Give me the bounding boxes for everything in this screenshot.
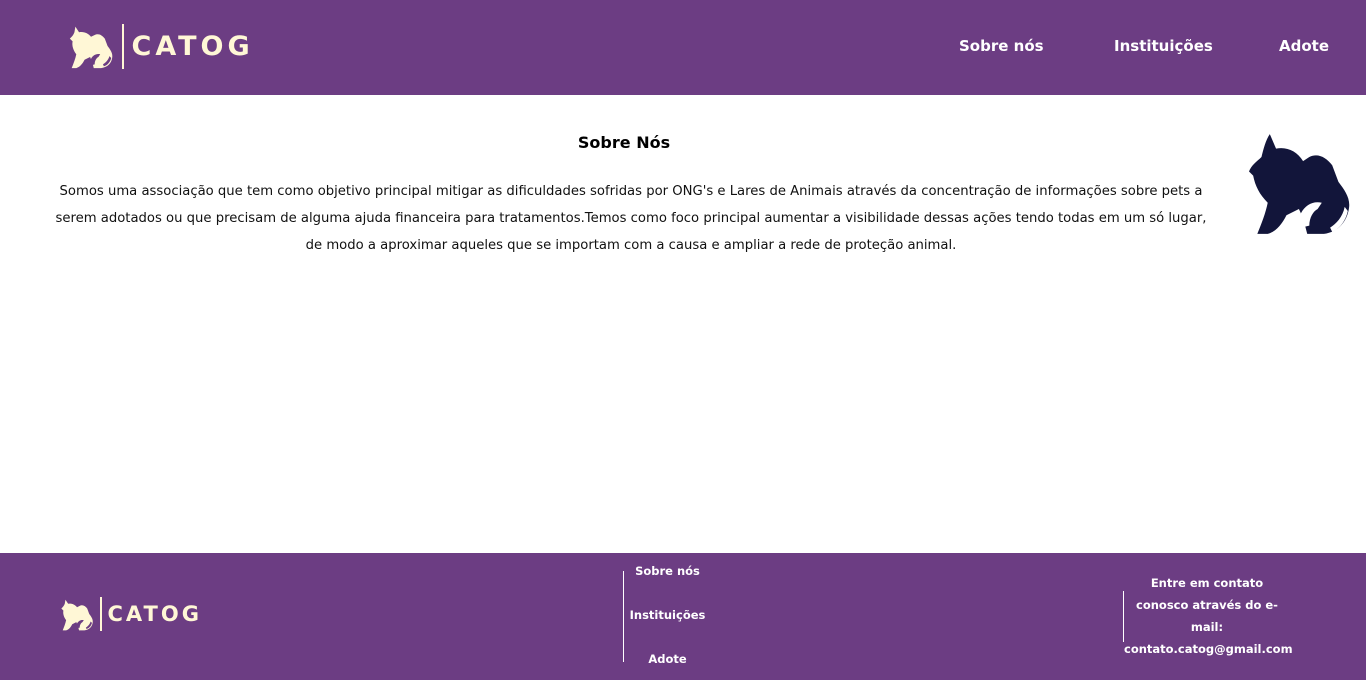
nav-instituicoes[interactable]: Instituições: [1114, 37, 1213, 55]
footer-link-instituicoes[interactable]: Instituições: [623, 608, 712, 622]
footer-link-sobre-nos[interactable]: Sobre nós: [623, 564, 712, 578]
dog-cat-icon: [1249, 132, 1353, 240]
logo-divider: [122, 23, 124, 69]
contact-text: Entre em contato conosco através do e-ma…: [1136, 576, 1278, 634]
page-title: Sobre Nós: [577, 133, 671, 152]
dog-cat-icon: [60, 596, 94, 632]
dog-cat-icon: [68, 22, 114, 70]
logo-divider: [100, 597, 102, 631]
logo-text: CATOG: [131, 30, 254, 62]
nav-sobre-nos[interactable]: Sobre nós: [959, 37, 1044, 55]
site-footer: CATOG Sobre nós Instituições Adote Entre…: [0, 553, 1366, 680]
catog-footer-logo[interactable]: CATOG: [60, 596, 202, 632]
catog-logo[interactable]: CATOG: [68, 22, 254, 70]
logo-text: CATOG: [107, 602, 202, 626]
contact-email-link[interactable]: contato.catog@gmail.com: [1124, 638, 1293, 660]
nav-adote[interactable]: Adote: [1279, 37, 1329, 55]
site-header: CATOG Sobre nós Instituições Adote: [0, 0, 1366, 95]
about-paragraph: Somos uma associação que tem como objeti…: [55, 184, 1207, 253]
footer-link-adote[interactable]: Adote: [623, 652, 712, 666]
